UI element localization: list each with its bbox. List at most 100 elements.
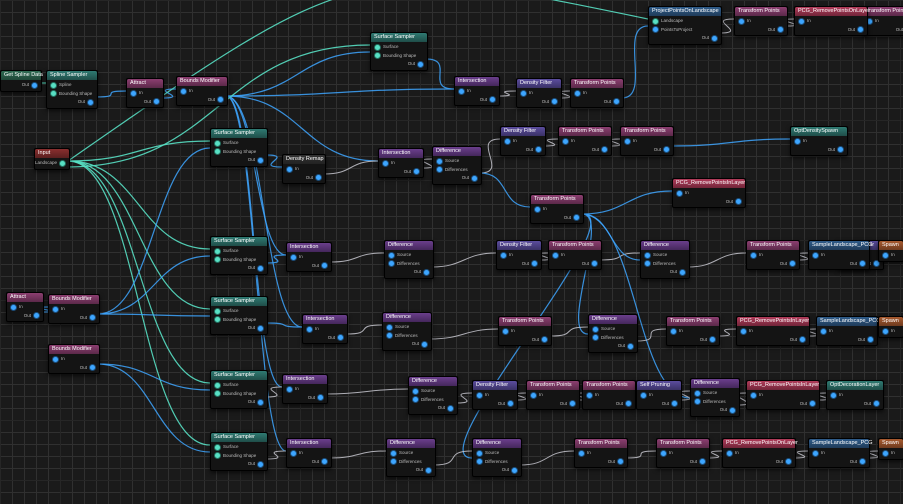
pin-teal[interactable] bbox=[50, 90, 57, 97]
pin-blue[interactable] bbox=[290, 254, 297, 261]
pin-blue[interactable] bbox=[873, 400, 880, 407]
pin-blue[interactable] bbox=[562, 138, 569, 145]
pin-teal[interactable] bbox=[214, 444, 221, 451]
pin-blue[interactable] bbox=[306, 326, 313, 333]
pin-blue[interactable] bbox=[257, 399, 264, 406]
pin-teal[interactable] bbox=[214, 382, 221, 389]
pin-blue[interactable] bbox=[709, 336, 716, 343]
pin-blue[interactable] bbox=[317, 394, 324, 401]
pin-blue[interactable] bbox=[644, 260, 651, 267]
pin-blue[interactable] bbox=[412, 388, 419, 395]
node-transformpoints[interactable]: Transform PointsInOut bbox=[498, 316, 552, 346]
pin-blue[interactable] bbox=[617, 458, 624, 465]
pin-blue[interactable] bbox=[382, 160, 389, 167]
pin-blue[interactable] bbox=[652, 26, 659, 33]
pin-blue[interactable] bbox=[217, 96, 224, 103]
pin-blue[interactable] bbox=[569, 400, 576, 407]
pin-teal[interactable] bbox=[214, 316, 221, 323]
pin-blue[interactable] bbox=[257, 157, 264, 164]
node-pcg_removepointsinlayer[interactable]: PCG_RemovePointsInLayerInOut bbox=[736, 316, 810, 346]
pin-blue[interactable] bbox=[502, 328, 509, 335]
node-difference[interactable]: DifferenceSourceDifferencesOut bbox=[472, 438, 522, 477]
pin-blue[interactable] bbox=[820, 328, 827, 335]
pin-blue[interactable] bbox=[859, 260, 866, 267]
pin-blue[interactable] bbox=[436, 158, 443, 165]
pin-blue[interactable] bbox=[624, 138, 631, 145]
pin-blue[interactable] bbox=[798, 18, 805, 25]
pin-blue[interactable] bbox=[601, 146, 608, 153]
pin-blue[interactable] bbox=[425, 467, 432, 474]
pin-blue[interactable] bbox=[777, 26, 784, 33]
pin-teal[interactable] bbox=[374, 52, 381, 59]
pin-blue[interactable] bbox=[867, 336, 874, 343]
node-difference[interactable]: DifferenceSourceDifferencesOut bbox=[386, 438, 436, 477]
pin-blue[interactable] bbox=[447, 405, 454, 412]
pin-blue[interactable] bbox=[644, 252, 651, 259]
pin-blue[interactable] bbox=[10, 304, 17, 311]
pin-blue[interactable] bbox=[153, 98, 160, 105]
pin-blue[interactable] bbox=[699, 458, 706, 465]
node-intersection[interactable]: IntersectionInOut bbox=[378, 148, 424, 178]
node-transformpoints[interactable]: Transform PointsInOut bbox=[570, 78, 624, 108]
pin-blue[interactable] bbox=[531, 260, 538, 267]
pin-blue[interactable] bbox=[573, 214, 580, 221]
pin-blue[interactable] bbox=[417, 61, 424, 68]
pin-blue[interactable] bbox=[830, 392, 837, 399]
node-densityfilter[interactable]: Density FilterInOut bbox=[496, 240, 542, 270]
pin-blue[interactable] bbox=[52, 356, 59, 363]
pin-blue[interactable] bbox=[882, 450, 889, 457]
pin-blue[interactable] bbox=[412, 396, 419, 403]
pin-blue[interactable] bbox=[785, 458, 792, 465]
pin-blue[interactable] bbox=[476, 458, 483, 465]
node-attract[interactable]: AttractInOut bbox=[6, 292, 44, 322]
node-difference[interactable]: DifferenceSourceDifferencesOut bbox=[690, 378, 740, 417]
node-transformpoints[interactable]: Transform PointsInOut bbox=[530, 194, 584, 224]
node-surfacesampler[interactable]: Surface SamplerSurfaceBounding ShapeOut bbox=[210, 370, 268, 409]
pin-blue[interactable] bbox=[535, 146, 542, 153]
node-boundsmodifier[interactable]: Bounds ModifierInOut bbox=[48, 294, 100, 324]
pin-teal[interactable] bbox=[214, 248, 221, 255]
pin-blue[interactable] bbox=[586, 392, 593, 399]
pin-blue[interactable] bbox=[290, 450, 297, 457]
pin-blue[interactable] bbox=[423, 269, 430, 276]
pin-teal[interactable] bbox=[59, 160, 66, 167]
node-boundsmodifier[interactable]: Bounds ModifierInOut bbox=[176, 76, 228, 106]
pin-blue[interactable] bbox=[489, 96, 496, 103]
node-pcg_removepointsonlayer[interactable]: PCG_RemovePointsOnLayerInOut bbox=[722, 438, 796, 468]
pin-blue[interactable] bbox=[257, 325, 264, 332]
pin-blue[interactable] bbox=[89, 364, 96, 371]
pin-blue[interactable] bbox=[738, 18, 745, 25]
pin-blue[interactable] bbox=[735, 198, 742, 205]
pin-teal[interactable] bbox=[214, 148, 221, 155]
node-transformpoints[interactable]: Transform PointsInOut bbox=[734, 6, 788, 36]
pin-blue[interactable] bbox=[390, 458, 397, 465]
pin-blue[interactable] bbox=[694, 390, 701, 397]
pin-blue[interactable] bbox=[520, 90, 527, 97]
node-splinesampler[interactable]: Spline SamplerSplineBounding ShapeOut bbox=[46, 70, 98, 109]
node-attract[interactable]: AttractInOut bbox=[126, 78, 164, 108]
node-pcg_removepointsinlayer[interactable]: PCG_RemovePointsInLayerInOut bbox=[746, 380, 820, 410]
pin-blue[interactable] bbox=[31, 82, 38, 89]
pin-blue[interactable] bbox=[726, 450, 733, 457]
node-transformpoints[interactable]: Transform PointsInOut bbox=[666, 316, 720, 346]
pin-blue[interactable] bbox=[694, 398, 701, 405]
pin-blue[interactable] bbox=[750, 392, 757, 399]
node-spawn[interactable]: SpawnIn bbox=[878, 316, 903, 338]
pin-teal[interactable] bbox=[214, 140, 221, 147]
node-getsplinedata[interactable]: Get Spline DataOut bbox=[0, 70, 42, 92]
pin-blue[interactable] bbox=[676, 190, 683, 197]
node-optdecorationlayer[interactable]: OptDecorationLayerInOut bbox=[826, 380, 884, 410]
pin-blue[interactable] bbox=[286, 386, 293, 393]
pin-blue[interactable] bbox=[640, 392, 647, 399]
pin-teal[interactable] bbox=[374, 44, 381, 51]
pin-blue[interactable] bbox=[740, 328, 747, 335]
pin-blue[interactable] bbox=[794, 138, 801, 145]
node-spawn[interactable]: SpawnIn bbox=[878, 240, 903, 262]
pin-blue[interactable] bbox=[421, 341, 428, 348]
pin-blue[interactable] bbox=[33, 312, 40, 319]
pin-blue[interactable] bbox=[859, 458, 866, 465]
pin-blue[interactable] bbox=[130, 90, 137, 97]
node-densityfilter[interactable]: Density FilterInOut bbox=[516, 78, 562, 108]
pin-blue[interactable] bbox=[592, 334, 599, 341]
pin-blue[interactable] bbox=[476, 450, 483, 457]
